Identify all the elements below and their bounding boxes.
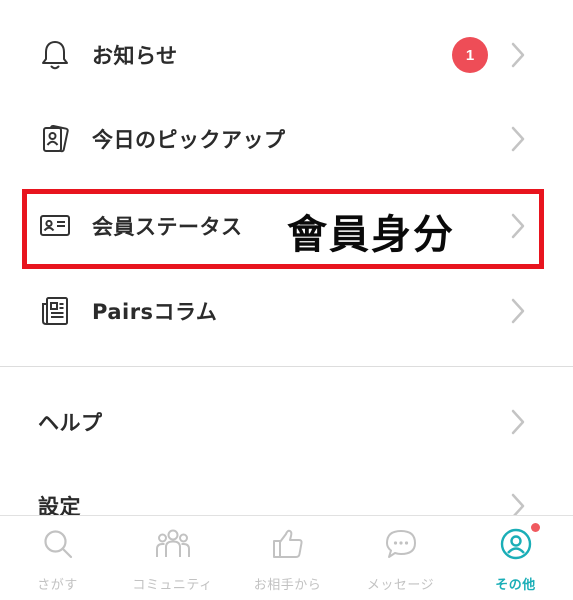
bottom-tab-bar: さがす コミュニティ お相手から メッセージ その他 xyxy=(0,515,573,600)
tab-search[interactable]: さがす xyxy=(0,516,115,600)
chevron-right-icon xyxy=(507,408,529,436)
tab-label: その他 xyxy=(495,578,536,593)
menu-item-label: お知らせ xyxy=(92,44,178,68)
message-icon xyxy=(383,526,419,562)
tab-likes[interactable]: お相手から xyxy=(230,516,345,600)
tab-label: お相手から xyxy=(253,578,322,593)
bell-icon xyxy=(38,38,72,72)
notification-dot xyxy=(530,523,540,532)
menu-item-label: ヘルプ xyxy=(38,411,103,435)
menu-item-label: Pairsコラム xyxy=(92,300,218,324)
community-icon xyxy=(155,526,191,562)
chevron-right-icon xyxy=(507,125,529,153)
annotation-label: 會員身分 xyxy=(287,212,455,258)
newspaper-icon xyxy=(38,294,72,328)
annotation-highlight-box xyxy=(22,189,544,269)
menu-item-label: 今日のピックアップ xyxy=(92,128,286,152)
tab-label: メッセージ xyxy=(366,578,435,593)
section-divider xyxy=(0,366,573,367)
notification-count-badge: 1 xyxy=(452,37,488,73)
profile-icon xyxy=(498,523,540,562)
chevron-right-icon xyxy=(507,41,529,69)
thumbs-up-icon xyxy=(270,526,306,562)
tab-community[interactable]: コミュニティ xyxy=(115,516,230,600)
search-icon xyxy=(40,526,76,562)
profile-cards-icon xyxy=(38,122,72,156)
menu-item-pickup[interactable]: 今日のピックアップ xyxy=(0,97,573,181)
tab-other[interactable]: その他 xyxy=(458,516,573,600)
chevron-right-icon xyxy=(507,297,529,325)
tab-label: コミュニティ xyxy=(132,578,213,593)
menu-item-help[interactable]: ヘルプ xyxy=(0,380,573,464)
tab-messages[interactable]: メッセージ xyxy=(343,516,458,600)
tab-label: さがす xyxy=(37,578,78,593)
menu-item-notifications[interactable]: お知らせ 1 xyxy=(0,13,573,97)
menu-item-column[interactable]: Pairsコラム xyxy=(0,269,573,353)
